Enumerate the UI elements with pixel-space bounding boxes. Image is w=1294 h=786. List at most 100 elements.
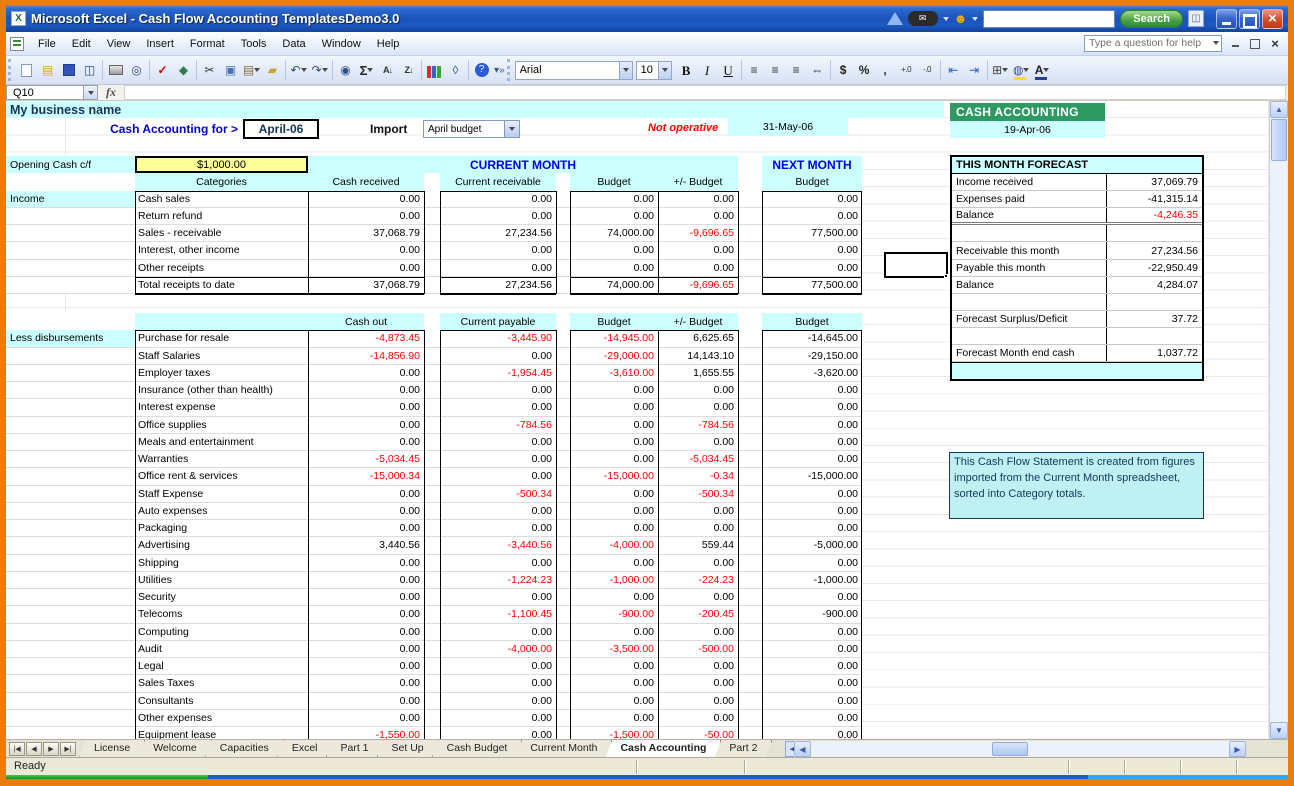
value-cell[interactable]: 0.00 <box>570 260 658 276</box>
value-cell[interactable]: 6,625.65 <box>658 330 738 346</box>
value-cell[interactable]: -784.56 <box>440 417 556 433</box>
value-cell[interactable]: 0.00 <box>658 260 738 276</box>
value-cell[interactable]: 0.00 <box>440 468 556 484</box>
value-cell[interactable]: 0.00 <box>570 624 658 640</box>
column-header[interactable]: Budget <box>570 313 658 330</box>
format-painter-icon[interactable]: ▰ <box>262 60 283 81</box>
period-cell[interactable]: April-06 <box>243 119 319 139</box>
category-cell[interactable]: Office rent & services <box>135 468 308 484</box>
forecast-label[interactable]: Receivable this month <box>952 242 1107 258</box>
fill-handle[interactable] <box>944 274 948 278</box>
value-cell[interactable]: 0.00 <box>570 486 658 502</box>
tab-capacities[interactable]: Capacities <box>205 740 284 757</box>
toolbar-grip[interactable] <box>8 59 13 81</box>
value-cell[interactable]: 0.00 <box>308 242 424 258</box>
sort-desc-icon[interactable]: Z↓ <box>398 60 419 81</box>
value-cell[interactable]: 0.00 <box>570 589 658 605</box>
tab-cash-accounting[interactable]: Cash Accounting <box>605 740 721 757</box>
forecast-value[interactable]: 1,037.72 <box>1107 345 1202 361</box>
borders-icon[interactable]: ⊞ <box>990 60 1011 81</box>
percent-icon[interactable]: % <box>854 60 875 81</box>
menu-window[interactable]: Window <box>314 35 369 53</box>
value-cell[interactable]: 0.00 <box>308 520 424 536</box>
hyperlink-icon[interactable]: ◉ <box>335 60 356 81</box>
category-cell[interactable]: Other receipts <box>135 260 308 276</box>
value-cell[interactable]: 0.00 <box>658 399 738 415</box>
cash-accounting-badge[interactable]: CASH ACCOUNTING <box>950 103 1105 121</box>
category-cell[interactable]: Computing <box>135 624 308 640</box>
import-dropdown[interactable]: April budget <box>423 120 520 138</box>
value-cell[interactable]: 0.00 <box>308 399 424 415</box>
redo-icon[interactable]: ↷ <box>309 60 330 81</box>
value-cell[interactable]: 0.00 <box>762 555 862 571</box>
value-cell[interactable]: 0.00 <box>658 658 738 674</box>
close-button[interactable] <box>1262 9 1283 29</box>
category-cell[interactable]: Consultants <box>135 693 308 709</box>
category-cell[interactable]: Security <box>135 589 308 605</box>
value-cell[interactable]: 0.00 <box>440 260 556 276</box>
value-cell[interactable]: 0.00 <box>308 434 424 450</box>
forecast-label[interactable]: Income received <box>952 174 1107 190</box>
print-preview-icon[interactable]: ◎ <box>126 60 147 81</box>
value-cell[interactable]: 0.00 <box>440 555 556 571</box>
forecast-label[interactable]: Balance <box>952 208 1107 222</box>
value-cell[interactable]: 37,068.79 <box>308 225 424 241</box>
category-cell[interactable]: Staff Salaries <box>135 348 308 364</box>
previous-sheet-icon[interactable]: ◀ <box>26 742 42 756</box>
value-cell[interactable]: 0.00 <box>440 451 556 467</box>
value-cell[interactable]: 0.00 <box>762 434 862 450</box>
value-cell[interactable]: 0.00 <box>440 503 556 519</box>
category-cell[interactable]: Warranties <box>135 451 308 467</box>
value-cell[interactable]: 27,234.56 <box>440 225 556 241</box>
forecast-value[interactable]: -4,246.35 <box>1107 208 1202 222</box>
value-cell[interactable]: 0.00 <box>308 555 424 571</box>
last-sheet-icon[interactable]: ▶| <box>60 742 76 756</box>
name-box-dropdown[interactable] <box>84 85 98 100</box>
value-cell[interactable]: 0.00 <box>570 382 658 398</box>
value-cell[interactable]: 0.00 <box>762 710 862 726</box>
category-cell[interactable]: Purchase for resale <box>135 330 308 346</box>
value-cell[interactable]: -29,150.00 <box>762 348 862 364</box>
value-cell[interactable]: 0.00 <box>570 503 658 519</box>
cut-icon[interactable]: ✂ <box>199 60 220 81</box>
category-cell[interactable]: Total receipts to date <box>135 277 308 293</box>
forecast-value[interactable] <box>1107 294 1202 310</box>
chevron-down-icon[interactable] <box>619 62 632 79</box>
value-cell[interactable]: 0.00 <box>308 365 424 381</box>
value-cell[interactable]: 0.00 <box>762 382 862 398</box>
value-cell[interactable]: 0.00 <box>762 503 862 519</box>
category-cell[interactable]: Other expenses <box>135 710 308 726</box>
value-cell[interactable]: 0.00 <box>658 208 738 224</box>
value-cell[interactable]: 0.00 <box>440 693 556 709</box>
help-icon[interactable]: ? <box>471 60 492 81</box>
menu-edit[interactable]: Edit <box>64 35 99 53</box>
value-cell[interactable]: 0.00 <box>308 675 424 691</box>
next-month-header[interactable]: NEXT MONTH <box>762 156 862 173</box>
row-label-less-disbursements[interactable]: Less disbursements <box>6 330 135 346</box>
column-header[interactable]: Budget <box>762 313 862 330</box>
forecast-value[interactable]: 4,284.07 <box>1107 277 1202 293</box>
value-cell[interactable]: 0.00 <box>658 382 738 398</box>
drawing-icon[interactable]: ◊ <box>445 60 466 81</box>
value-cell[interactable]: 0.00 <box>658 520 738 536</box>
value-cell[interactable]: 0.00 <box>762 260 862 276</box>
chevron-down-icon[interactable] <box>1213 41 1219 45</box>
value-cell[interactable]: 0.00 <box>658 624 738 640</box>
currency-icon[interactable]: $ <box>833 60 854 81</box>
category-cell[interactable]: Office supplies <box>135 417 308 433</box>
value-cell[interactable]: 0.00 <box>308 503 424 519</box>
value-cell[interactable]: 0.00 <box>570 555 658 571</box>
autosum-icon[interactable]: Σ <box>356 60 377 81</box>
value-cell[interactable]: -15,000.00 <box>762 468 862 484</box>
italic-icon[interactable]: I <box>697 60 718 81</box>
value-cell[interactable]: 0.00 <box>570 675 658 691</box>
value-cell[interactable]: 0.00 <box>440 658 556 674</box>
align-right-icon[interactable]: ≡ <box>786 60 807 81</box>
value-cell[interactable]: 0.00 <box>308 641 424 657</box>
menu-insert[interactable]: Insert <box>138 35 182 53</box>
open-icon[interactable]: ▤ <box>37 60 58 81</box>
value-cell[interactable]: -3,610.00 <box>570 365 658 381</box>
value-cell[interactable]: -15,000.34 <box>308 468 424 484</box>
column-header[interactable]: +/- Budget <box>658 313 738 330</box>
value-cell[interactable]: 0.00 <box>308 606 424 622</box>
